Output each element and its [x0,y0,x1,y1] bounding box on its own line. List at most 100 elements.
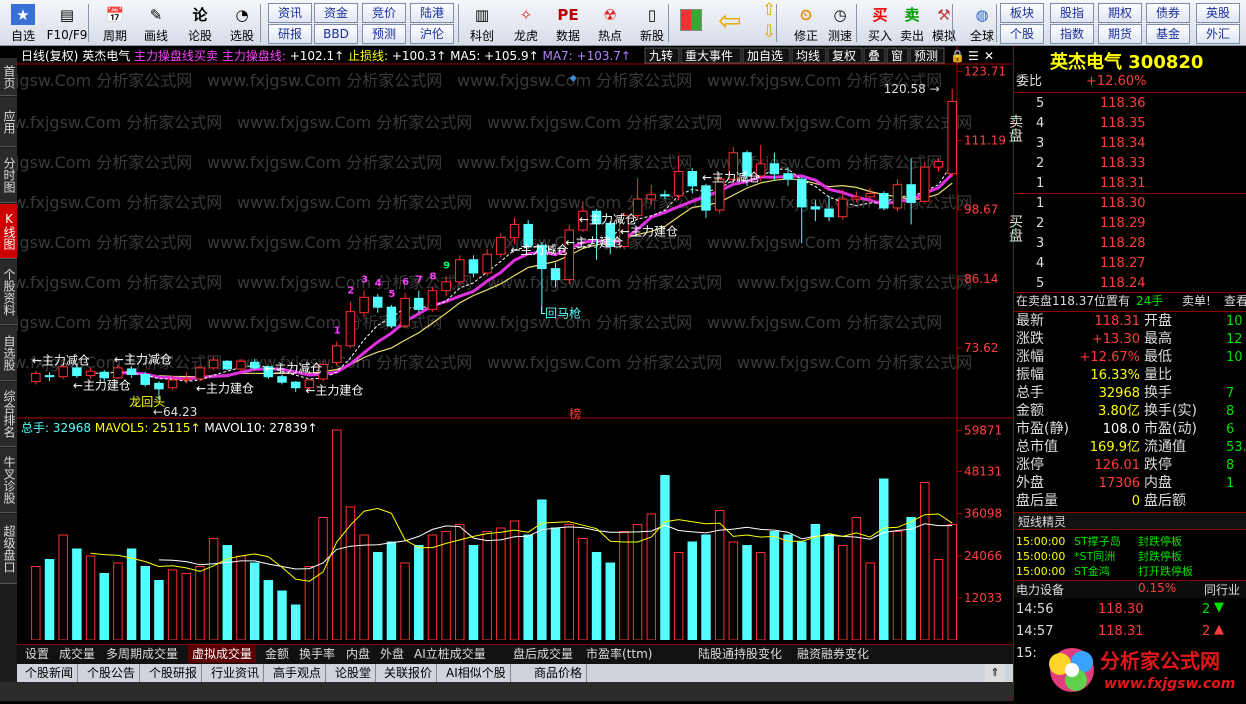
left-tab[interactable]: 牛叉诊股 [0,448,17,513]
quick-nav-button[interactable]: 沪伦 [410,24,454,44]
toolbar-pe-button[interactable]: PE 数据 [548,2,588,44]
indicator-tab[interactable]: 成交量 [55,645,99,663]
watermark-text: www.fxjgsw.Com 分析家公式网 [207,153,442,172]
news-tab[interactable]: 论股堂 [331,664,377,682]
indicator-tab[interactable]: 多周期成交量 [102,645,182,663]
quick-nav-button[interactable]: 期货 [1098,24,1142,44]
toolbar-hot-button[interactable]: ☢ 热点 [590,2,630,44]
toolbar-chart-doc-button[interactable]: ▤ F10/F9 [47,2,88,44]
candle-body [359,296,369,314]
quote-value: 118.31 [1094,314,1141,329]
quick-nav-button[interactable]: 预测 [362,24,406,44]
up-arrow-icon[interactable]: ⇧ [762,0,776,20]
news-tab[interactable]: 个股研报 [145,664,203,682]
toolbar-ipo-button[interactable]: ▯ 新股 [632,2,672,44]
quick-nav-button[interactable]: 股指 [1050,3,1094,23]
indicator-tab[interactable]: 盘后成交量 [509,645,577,663]
stopwatch-icon: ◷ [833,5,847,24]
toolbar-magnify-chart-button[interactable]: ◔ 选股 [222,2,262,44]
candle-body [482,253,492,274]
toolbar-chat-button[interactable]: 论论股 [180,2,220,44]
quick-nav-button[interactable]: 外汇 [1196,24,1240,44]
left-tab[interactable]: 个股资料 [0,260,17,325]
quick-nav-button[interactable]: 资讯 [268,3,312,23]
dragon-tiger-badge: 榜 [569,406,581,421]
quote-value: 10 [1226,314,1243,329]
candle-body [906,184,916,203]
indicator-tab[interactable]: 外盘 [376,645,408,663]
scroll-up-button[interactable]: ⇑ [985,664,1005,682]
left-tab[interactable]: 分时图 [0,148,17,203]
news-tab[interactable]: AI相似个股 [442,664,511,682]
candle-body [673,170,684,197]
quick-nav-button[interactable]: 英股 [1196,3,1240,23]
quick-nav-button[interactable]: 板块 [1000,3,1044,23]
quick-nav-button[interactable]: 基金 [1146,24,1190,44]
quote-label: 金额 [1016,403,1044,419]
quick-nav-button[interactable]: 债券 [1146,3,1190,23]
toolbar-science-button[interactable]: ▥ 科创 [462,2,502,44]
indicator-tab[interactable]: 设置 [21,645,53,663]
indicator-tab[interactable]: 内盘 [342,645,374,663]
news-tab[interactable]: 商品价格 [530,664,588,682]
quick-nav-button[interactable]: 资金 [314,3,358,23]
left-tab[interactable]: 自选股 [0,326,17,381]
mavol10-value: MAVOL10: 27839↑ [201,421,318,435]
quick-nav-button[interactable]: 竞价 [362,3,406,23]
indicator-tab[interactable]: 融资融券变化 [793,645,873,663]
toolbar-stopwatch-button[interactable]: ◷ 测速 [820,2,860,44]
toolbar-dragon-button[interactable]: ✧ 龙虎 [506,2,546,44]
more-icon[interactable]: ☰ [968,49,979,63]
indicator-tab[interactable]: 市盈率(ttm) [582,645,656,663]
news-tab[interactable]: 个股公告 [83,664,141,682]
indicator-tab[interactable]: 陆股通持股变化 [694,645,786,663]
toolbar-calendar-button[interactable]: 📅 周期 [95,2,135,44]
quick-nav-button[interactable]: 期权 [1098,3,1142,23]
left-tab[interactable]: 首页 [0,58,17,96]
high-price-label: 120.58 → [884,82,940,96]
industry-name: 电力设备 [1016,583,1065,597]
volume-bar [427,534,438,641]
chart-doc-icon: ▤ [59,6,75,24]
watermark-text: www.fxjgsw.Com 分析家公式网 [737,273,972,292]
volume-bar [482,531,492,641]
close-icon[interactable]: ✕ [984,49,994,63]
left-tab[interactable]: 综合排名 [0,382,17,447]
lock-icon[interactable]: 🔒 [950,49,965,63]
volume-bar [509,520,520,641]
indicator-tab[interactable]: AI立桩成交量 [410,645,490,663]
quick-nav-button[interactable]: 个股 [1000,24,1044,44]
quick-nav-button[interactable]: 指数 [1050,24,1094,44]
stock-title: 英杰电气 300820 [1050,52,1204,73]
kline-chart-panel[interactable]: www.fxjgsw.Com 分析家公式网 www.fxjgsw.Com 分析家公… [0,46,1013,641]
quick-nav-button[interactable]: 研报 [268,24,312,44]
tick-price: 118.30 [1098,602,1144,617]
quick-nav-button[interactable]: 陆港 [410,3,454,23]
candle-body [769,163,780,175]
watermark-text: www.fxjgsw.Com 分析家公式网 [17,233,192,252]
volume-bar [359,534,369,641]
indicator-tab[interactable]: 虚拟成交量 [188,645,257,663]
color-grid-icon[interactable] [680,9,702,31]
news-tab[interactable]: 行业资讯 [207,664,265,682]
candle-body [414,297,424,310]
news-tab[interactable]: 高手观点 [269,664,327,682]
left-tab[interactable]: 超级盘口 [0,514,17,584]
left-tab[interactable]: 应用 [0,97,17,147]
quick-nav-button[interactable]: BBD [314,24,358,44]
indicator-tab[interactable]: 换手率 [295,645,339,663]
back-arrow-icon[interactable]: ⇦ [718,6,741,36]
volume-bar [85,555,96,641]
toolbar-star-button[interactable]: ★ 自选 [3,2,43,44]
toolbar-hammer-button[interactable]: ⚒ 模拟 [924,2,964,44]
down-arrow-icon[interactable]: ⇩ [762,22,776,42]
volume-bar [660,475,670,641]
toolbar-pencil-button[interactable]: ✎ 画线 [136,2,176,44]
same-industry-button[interactable]: 同行业 [1204,581,1240,598]
toolbar-label: 修正 [793,29,818,43]
indicator-tab[interactable]: 金额 [261,645,293,663]
news-tab[interactable]: 个股新闻 [21,664,79,682]
news-tab[interactable]: 关联报价 [380,664,438,682]
toolbar-separator [260,4,261,42]
left-tab[interactable]: K线图 [0,204,17,259]
